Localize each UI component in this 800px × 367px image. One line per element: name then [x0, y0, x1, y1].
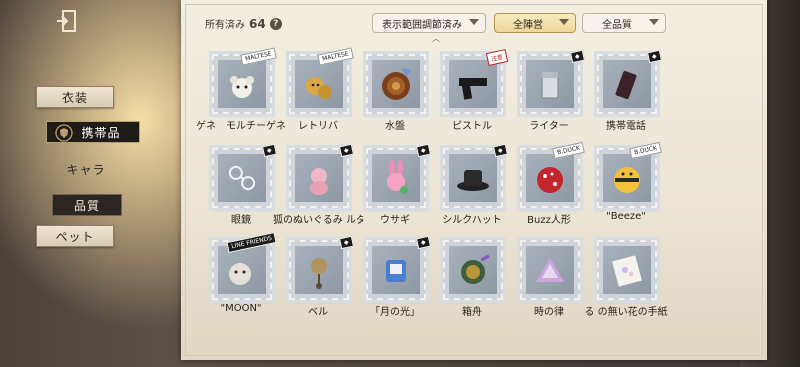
item-card[interactable]: 箱舟 [437, 237, 507, 322]
exit-door-icon[interactable] [52, 6, 82, 36]
item-card[interactable]: ◆ 「月の光」 [360, 235, 432, 322]
silk-hat-icon [449, 154, 497, 202]
item-stamp [594, 237, 660, 303]
help-icon[interactable]: ? [269, 17, 282, 30]
item-stamp: LINE FRIENDS [209, 231, 277, 303]
item-card[interactable]: ◆ ライター [514, 49, 586, 136]
faction-dropdown[interactable]: 全陣営 [494, 13, 576, 33]
pistol-icon [449, 60, 497, 108]
chevron-down-icon [559, 19, 569, 25]
warning-tag: 注意 [485, 49, 509, 66]
item-tag: ◆ [416, 143, 432, 158]
item-stamp: 注意 [440, 49, 509, 117]
item-tag: ◆ [339, 235, 355, 250]
item-card[interactable]: LINE FRIENDS "MOON" [206, 231, 277, 322]
item-card[interactable]: ◆ 眼鏡 [206, 143, 278, 230]
item-stamp: MALTESE [286, 47, 354, 117]
lighter-icon [526, 60, 574, 108]
item-card[interactable]: 水盤 [360, 51, 430, 136]
sidebar-item-accessories[interactable]: 携帯品 [46, 121, 140, 143]
item-card[interactable]: ◆ 狐のぬいぐるみ ルダー [273, 143, 363, 230]
item-card[interactable]: ◆ ウサギ [360, 143, 432, 230]
display-range-dropdown[interactable]: 表示範囲調節済み [372, 13, 486, 33]
item-card[interactable]: MALTESE ゲネ モルチーゲネ [196, 47, 286, 136]
dropdown-label: 表示範囲調節済み [382, 19, 462, 31]
item-stamp: ◆ [286, 235, 355, 303]
item-tag: ◆ [493, 143, 509, 158]
moon-bear-icon [218, 246, 266, 294]
scroll-up-icon[interactable]: ︿ [432, 33, 440, 44]
owned-count: 64 [249, 16, 266, 31]
item-stamp [517, 237, 583, 303]
rabbit-charm-icon [372, 154, 420, 202]
moonlight-bag-icon [372, 246, 420, 294]
ark-icon [449, 246, 497, 294]
item-stamp: MALTESE [209, 47, 277, 117]
item-stamp: ◆ [440, 143, 509, 211]
sidebar-item-label: ペット [55, 229, 95, 244]
item-label: る の無い花の手紙 [584, 307, 668, 318]
item-stamp: ◆ [594, 49, 663, 117]
item-card[interactable]: ◆ シルクハット [437, 143, 509, 230]
sidebar-item-label: 携帯品 [81, 125, 121, 140]
item-card[interactable]: B.DUCK Buzz人形 [514, 141, 585, 230]
rhythm-of-time-icon [526, 246, 574, 294]
item-card[interactable]: MALTESE レトリバ [283, 47, 354, 136]
water-basin-icon [372, 60, 420, 108]
item-tag: ◆ [262, 143, 278, 158]
owned-counter: 所有済み 64 ? [205, 16, 282, 31]
sidebar-item-quality[interactable]: 品質 [52, 194, 122, 216]
item-stamp [440, 237, 506, 303]
item-label: "Beeze" [606, 211, 646, 222]
item-card[interactable]: ◆ ベル [283, 235, 355, 322]
buzz-doll-icon [526, 154, 574, 202]
sidebar-item-label: キャラ [66, 162, 106, 177]
glasses-icon [218, 154, 266, 202]
item-tag: ◆ [339, 143, 355, 158]
item-label: 携帯電話 [606, 121, 646, 132]
dropdown-label: 全品質 [602, 19, 632, 31]
item-card[interactable]: 時の律 [514, 237, 584, 322]
item-stamp [363, 51, 429, 117]
item-card[interactable]: B.DUCK "Beeze" [591, 141, 662, 230]
item-card[interactable]: ◆ 携帯電話 [591, 49, 663, 136]
sidebar-item-label: 品質 [73, 198, 100, 213]
item-stamp: ◆ [286, 143, 355, 211]
quality-dropdown[interactable]: 全品質 [582, 13, 666, 33]
item-stamp: B.DUCK [594, 141, 662, 211]
shield-icon [55, 124, 73, 142]
item-stamp: B.DUCK [517, 141, 585, 211]
owned-label: 所有済み [205, 20, 245, 31]
bell-icon [295, 246, 343, 294]
retriever-dog-charm-icon [295, 60, 343, 108]
fox-plush-icon [295, 154, 343, 202]
item-tag: ◆ [570, 49, 586, 64]
sidebar-item-pet[interactable]: ペット [36, 225, 114, 247]
item-tag: ◆ [416, 235, 432, 250]
chevron-down-icon [649, 19, 659, 25]
sidebar-item-costume[interactable]: 衣装 [36, 86, 114, 108]
dropdown-label: 全陣営 [513, 19, 543, 31]
item-card[interactable]: 注意 ピストル [437, 49, 509, 136]
item-stamp: ◆ [209, 143, 278, 211]
maltese-dog-charm-icon [218, 60, 266, 108]
beeze-bee-icon [603, 154, 651, 202]
item-tag: ◆ [647, 49, 663, 64]
flower-letter-icon [603, 246, 651, 294]
sidebar-item-label: 衣装 [61, 90, 88, 105]
item-stamp: ◆ [363, 235, 432, 303]
item-card[interactable]: る の無い花の手紙 [584, 237, 668, 322]
mobile-phone-icon [603, 60, 651, 108]
item-stamp: ◆ [363, 143, 432, 211]
chevron-down-icon [469, 19, 479, 25]
item-stamp: ◆ [517, 49, 586, 117]
sidebar-item-character[interactable]: キャラ [46, 158, 126, 180]
